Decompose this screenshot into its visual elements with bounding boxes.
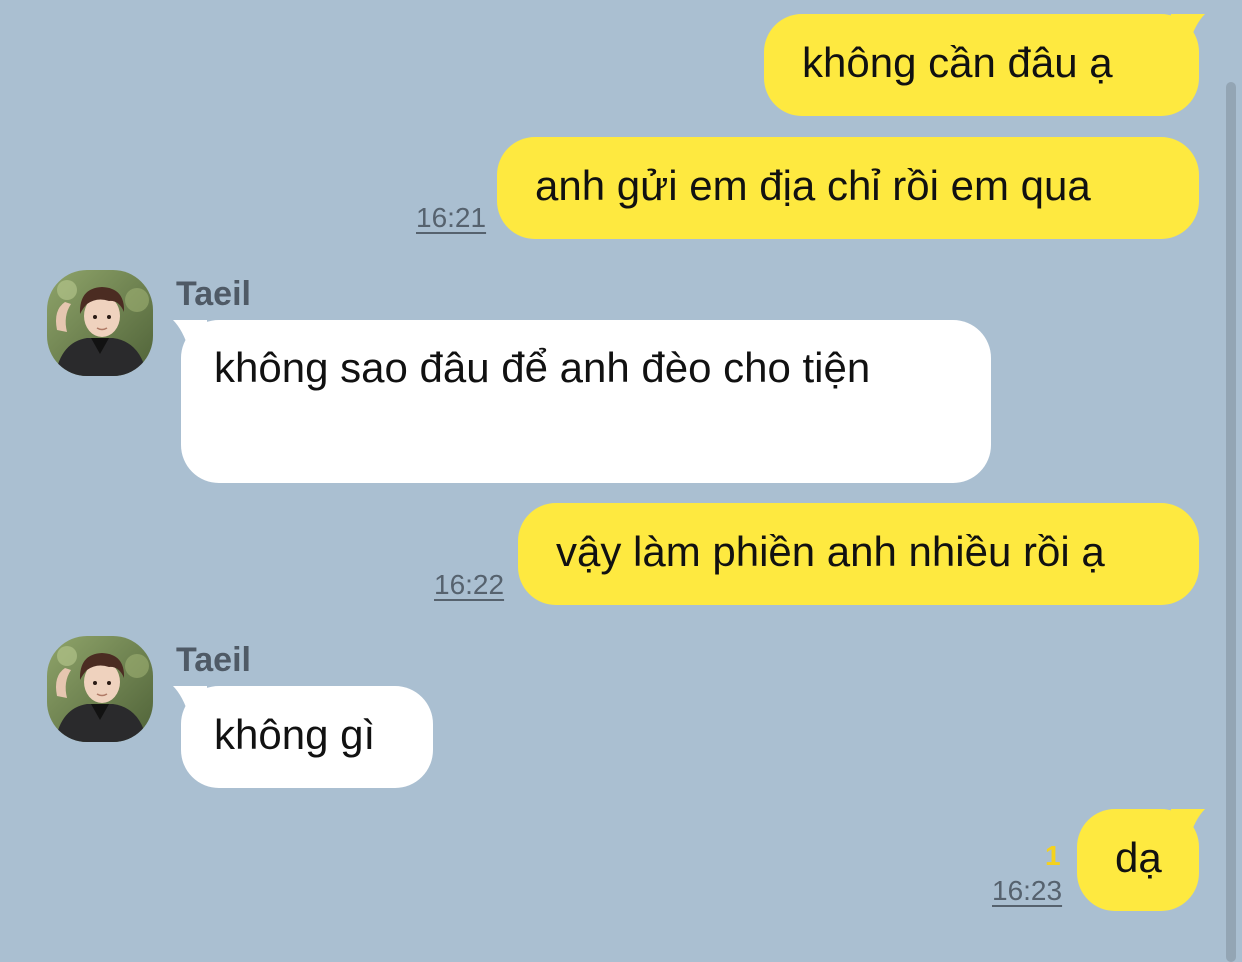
bubble-tail [1171, 14, 1205, 44]
message-text: dạ [1115, 834, 1162, 881]
message-bubble-sent[interactable]: không cần đâu ạ [764, 14, 1205, 116]
message-text: anh gửi em địa chỉ rồi em qua [535, 162, 1091, 209]
message-bubble-received[interactable]: không gì [173, 686, 433, 788]
message-text: không gì [214, 711, 376, 758]
message-timestamp: 16:21 [416, 202, 487, 233]
message-timestamp: 16:23 [992, 875, 1063, 906]
unread-count-badge: 1 [1045, 840, 1061, 871]
bubble-tail [173, 320, 207, 350]
message-bubble-sent[interactable]: dạ [1077, 809, 1205, 911]
message-text: không sao đâu để anh đèo cho tiện [214, 344, 871, 391]
sender-name: Taeil [176, 275, 251, 313]
bubble-tail [173, 686, 207, 716]
avatar[interactable] [47, 636, 153, 742]
message-bubble-sent[interactable]: vậy làm phiền anh nhiều rồi ạ [518, 503, 1199, 605]
message-bubble-received[interactable]: không sao đâu để anh đèo cho tiện [173, 320, 991, 483]
avatar-photo-icon [47, 636, 153, 742]
avatar-photo-icon [47, 270, 153, 376]
message-timestamp: 16:22 [434, 569, 505, 600]
scrollbar[interactable] [1226, 82, 1236, 962]
message-text: vậy làm phiền anh nhiều rồi ạ [556, 528, 1105, 575]
chat-room: không cần đâu ạ 16:21 anh gửi em địa chỉ… [0, 0, 1242, 962]
sender-name: Taeil [176, 641, 251, 679]
avatar[interactable] [47, 270, 153, 376]
bubble-tail [1171, 809, 1205, 839]
message-text: không cần đâu ạ [802, 39, 1113, 86]
message-bubble-sent[interactable]: anh gửi em địa chỉ rồi em qua [497, 137, 1199, 239]
